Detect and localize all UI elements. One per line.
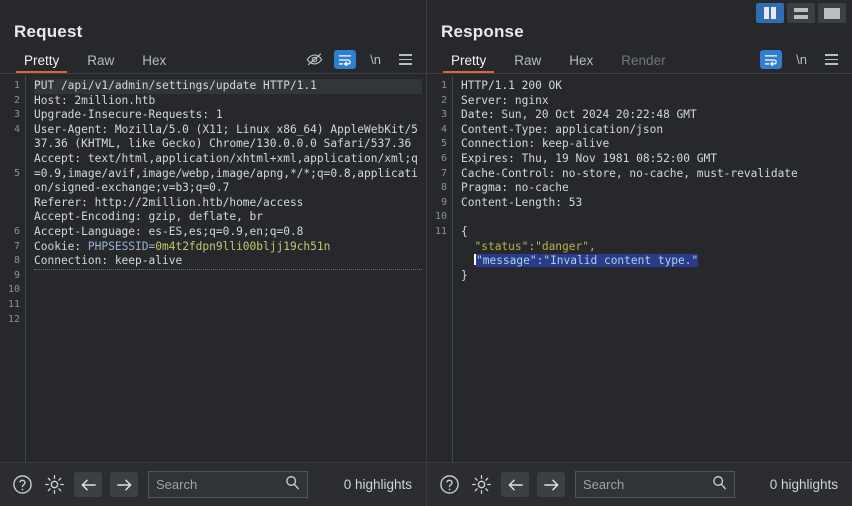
layout-horizontal-split-button[interactable] <box>787 3 815 23</box>
search-next-button[interactable] <box>110 472 138 497</box>
request-line-6: Referer: http://2million.htb/home/access <box>34 196 422 211</box>
request-code[interactable]: PUT /api/v1/admin/settings/update HTTP/1… <box>26 76 426 462</box>
horizontal-split-icon <box>794 8 808 19</box>
request-line-10: Connection: keep-alive <box>34 254 422 270</box>
request-line-5: Accept: text/html,application/xhtml+xml,… <box>34 152 422 196</box>
search-input[interactable]: Search <box>148 471 308 498</box>
word-wrap-icon[interactable] <box>334 50 356 69</box>
vertical-split-icon <box>764 7 776 19</box>
cookie-label: Cookie: <box>34 240 88 253</box>
search-previous-button[interactable] <box>74 472 102 497</box>
request-line-8: Accept-Language: es-ES,es;q=0.9,en;q=0.8 <box>34 225 422 240</box>
response-editor[interactable]: 1 2 3 4 5 6 7 8 9 10 11 HTTP/1.1 200 OKS… <box>427 74 852 462</box>
menu-icon[interactable] <box>821 50 842 69</box>
request-highlights-count: 0 highlights <box>344 477 416 492</box>
response-code[interactable]: HTTP/1.1 200 OKServer: nginxDate: Sun, 2… <box>453 76 852 462</box>
help-icon[interactable] <box>437 473 461 497</box>
search-icon <box>285 475 300 495</box>
request-line-7: Accept-Encoding: gzip, deflate, br <box>34 210 422 225</box>
search-input[interactable]: Search <box>575 471 735 498</box>
cookie-value: 0m4t2fdpn9lli00bljj19ch51n <box>155 240 330 253</box>
layout-vertical-split-button[interactable] <box>756 3 784 23</box>
search-placeholder: Search <box>583 477 712 492</box>
request-tools: \n <box>304 50 426 73</box>
layout-single-pane-button[interactable] <box>818 3 846 23</box>
request-line-3: Upgrade-Insecure-Requests: 1 <box>34 108 422 123</box>
request-line-1: PUT /api/v1/admin/settings/update HTTP/1… <box>34 79 422 94</box>
response-line-4: Content-Type: application/json <box>461 123 848 138</box>
request-tab-raw[interactable]: Raw <box>73 53 128 73</box>
response-json-message[interactable]: "message":"Invalid content type." <box>476 254 698 267</box>
request-pane: Request Pretty Raw Hex <box>0 0 426 506</box>
request-gutter: 1 2 3 4 5 6 7 8 9 10 11 12 <box>0 76 26 462</box>
newline-icon[interactable]: \n <box>791 50 812 69</box>
response-json-message-row: "message":"Invalid content type." <box>461 254 848 269</box>
search-previous-button[interactable] <box>501 472 529 497</box>
response-tabbar: Pretty Raw Hex Render \n <box>427 48 852 74</box>
response-line-1: HTTP/1.1 200 OK <box>461 79 848 94</box>
request-title: Request <box>0 0 426 48</box>
request-line-9: Cookie: PHPSESSID=0m4t2fdpn9lli00bljj19c… <box>34 240 422 255</box>
response-line-8: Pragma: no-cache <box>461 181 848 196</box>
response-tab-hex[interactable]: Hex <box>555 53 607 73</box>
response-line-3: Date: Sun, 20 Oct 2024 20:22:48 GMT <box>461 108 848 123</box>
gear-icon[interactable] <box>42 473 66 497</box>
request-footer: Search 0 highlights <box>0 462 426 506</box>
response-tab-render: Render <box>607 53 679 73</box>
word-wrap-icon[interactable] <box>760 50 782 69</box>
response-line-7: Cache-Control: no-store, no-cache, must-… <box>461 167 848 182</box>
layout-toggle-group <box>756 3 846 23</box>
newline-icon[interactable]: \n <box>365 50 386 69</box>
response-line-6: Expires: Thu, 19 Nov 1981 08:52:00 GMT <box>461 152 848 167</box>
single-pane-icon <box>824 8 840 19</box>
cookie-name: PHPSESSID= <box>88 240 155 253</box>
response-line-5: Connection: keep-alive <box>461 137 848 152</box>
response-line-11: { <box>461 225 848 240</box>
response-pane: Response Pretty Raw Hex Render \n <box>426 0 852 506</box>
response-json-status: "status":"danger", <box>461 240 848 255</box>
search-next-button[interactable] <box>537 472 565 497</box>
request-tab-pretty[interactable]: Pretty <box>10 53 73 73</box>
request-line-2: Host: 2million.htb <box>34 94 422 109</box>
request-tabbar: Pretty Raw Hex <box>0 48 426 74</box>
response-tab-raw[interactable]: Raw <box>500 53 555 73</box>
response-line-10 <box>461 210 848 225</box>
response-tab-pretty[interactable]: Pretty <box>437 53 500 73</box>
request-line-4: User-Agent: Mozilla/5.0 (X11; Linux x86_… <box>34 123 422 152</box>
search-placeholder: Search <box>156 477 285 492</box>
eye-slash-icon[interactable] <box>304 50 325 69</box>
burp-message-editor: Request Pretty Raw Hex <box>0 0 852 506</box>
gear-icon[interactable] <box>469 473 493 497</box>
search-icon <box>712 475 727 495</box>
response-json-close: } <box>461 269 848 284</box>
request-editor[interactable]: 1 2 3 4 5 6 7 8 9 10 11 12 PUT /api/v1/a… <box>0 74 426 462</box>
response-line-2: Server: nginx <box>461 94 848 109</box>
response-footer: Search 0 highlights <box>427 462 852 506</box>
menu-icon[interactable] <box>395 50 416 69</box>
response-line-9: Content-Length: 53 <box>461 196 848 211</box>
help-icon[interactable] <box>10 473 34 497</box>
response-tools: \n <box>760 50 852 73</box>
request-tab-hex[interactable]: Hex <box>128 53 180 73</box>
response-highlights-count: 0 highlights <box>770 477 842 492</box>
response-gutter: 1 2 3 4 5 6 7 8 9 10 11 <box>427 76 453 462</box>
